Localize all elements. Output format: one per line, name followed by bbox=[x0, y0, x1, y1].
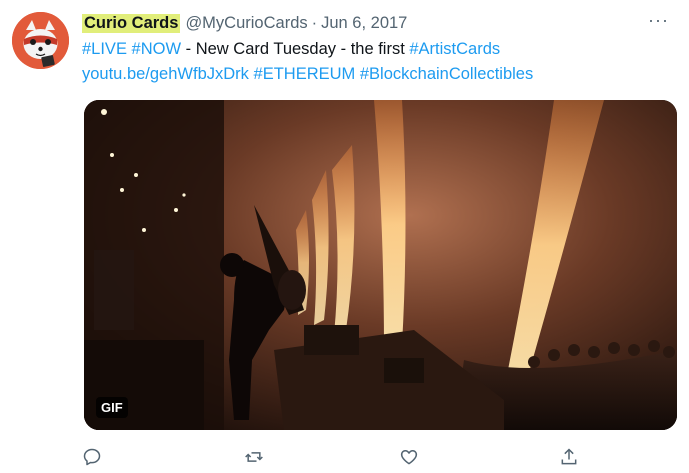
raccoon-avatar-icon bbox=[12, 12, 69, 69]
hashtag-link[interactable]: #LIVE bbox=[82, 40, 127, 58]
url-link[interactable]: youtu.be/gehWfbJxDrk bbox=[82, 65, 249, 83]
tweet-text-line-1: #LIVE #NOW - New Card Tuesday - the firs… bbox=[82, 37, 672, 62]
share-button[interactable] bbox=[559, 447, 583, 471]
tweet-media-gif[interactable]: GIF bbox=[84, 100, 677, 430]
like-button[interactable] bbox=[399, 447, 423, 471]
more-options-icon[interactable]: ··· bbox=[648, 10, 669, 31]
avatar[interactable] bbox=[12, 12, 69, 69]
tweet-date[interactable]: Jun 6, 2017 bbox=[321, 14, 407, 33]
gif-badge: GIF bbox=[96, 397, 128, 418]
action-bar bbox=[0, 447, 689, 471]
share-icon bbox=[561, 448, 577, 465]
hashtag-link[interactable]: #ArtistCards bbox=[409, 40, 500, 58]
retweet-button[interactable] bbox=[244, 447, 268, 471]
tweet-text-segment: - New Card Tuesday - the first bbox=[181, 40, 410, 58]
handle[interactable]: @MyCurioCards bbox=[185, 14, 307, 33]
hashtag-link[interactable]: #ETHEREUM bbox=[254, 65, 356, 83]
hashtag-link[interactable]: #BlockchainCollectibles bbox=[360, 65, 533, 83]
concert-flames-image bbox=[84, 100, 677, 430]
tweet-text-line-2: youtu.be/gehWfbJxDrk #ETHEREUM #Blockcha… bbox=[82, 62, 672, 87]
tweet-text: #LIVE #NOW - New Card Tuesday - the firs… bbox=[82, 37, 672, 87]
display-name[interactable]: Curio Cards bbox=[82, 13, 181, 33]
reply-button[interactable] bbox=[82, 447, 106, 471]
separator: · bbox=[311, 13, 318, 32]
like-icon bbox=[400, 450, 418, 465]
hashtag-link[interactable]: #NOW bbox=[132, 40, 182, 58]
retweet-icon bbox=[245, 452, 263, 462]
reply-icon bbox=[83, 448, 101, 466]
tweet-header: Curio Cards @MyCurioCards · Jun 6, 2017 bbox=[82, 12, 407, 34]
